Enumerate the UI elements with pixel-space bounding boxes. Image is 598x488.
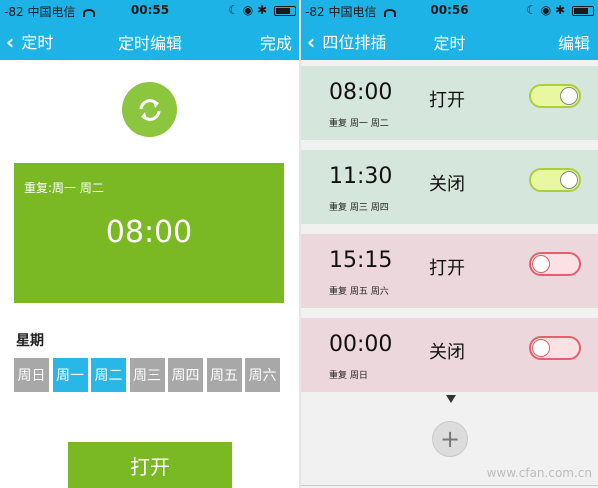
add-timer-button[interactable]: + — [432, 421, 468, 457]
day-toggle-wed[interactable]: 周三 — [129, 358, 165, 392]
refresh-button[interactable] — [122, 82, 177, 137]
toggle-knob — [532, 255, 550, 273]
done-button[interactable]: 完成 — [260, 30, 292, 54]
nav-bar: ‹ 四位排插 定时 编辑 — [301, 20, 598, 60]
timer-action: 关闭 — [429, 342, 465, 363]
timer-row[interactable]: 08:00 打开 重复 周一 周二 — [301, 66, 598, 140]
refresh-icon — [139, 98, 160, 121]
weekday-selector: 周日 周一 周二 周三 周四 周五 周六 — [14, 358, 284, 392]
timer-edit-screen: -82 中国电信 00:55 ☾ ◉ ✱ ‹ 定时 定时编辑 完成 重复:周一 … — [0, 0, 300, 488]
timer-time: 15:15 — [329, 248, 393, 273]
watermark: www.cfan.com.cn — [486, 466, 592, 480]
timer-action: 打开 — [429, 258, 465, 279]
toggle-knob — [560, 171, 578, 189]
day-toggle-tue[interactable]: 周二 — [91, 358, 126, 392]
status-icons: ☾ ◉ ✱ — [526, 3, 594, 17]
timer-row[interactable]: 00:00 关闭 重复 周日 — [301, 318, 598, 392]
timer-repeat: 重复 周三 周四 — [329, 203, 389, 213]
timer-action: 关闭 — [429, 174, 465, 195]
timer-list-screen: -82 中国电信 00:56 ☾ ◉ ✱ ‹ 四位排插 定时 编辑 08:00 … — [301, 0, 598, 488]
bluetooth-icon: ✱ — [257, 3, 268, 17]
plus-icon: + — [439, 425, 461, 453]
open-action-button[interactable]: 打开 — [68, 442, 232, 488]
day-toggle-sun[interactable]: 周日 — [14, 358, 49, 392]
toggle-knob — [560, 87, 578, 105]
timer-time: 00:00 — [329, 332, 393, 357]
timer-time: 08:00 — [329, 80, 393, 105]
lock-rotation-icon: ◉ — [242, 3, 254, 17]
timer-toggle[interactable] — [529, 168, 581, 192]
caret-down-icon — [446, 395, 456, 403]
moon-icon: ☾ — [228, 3, 239, 17]
timer-toggle[interactable] — [529, 336, 581, 360]
day-toggle-mon[interactable]: 周一 — [52, 358, 88, 392]
nav-bar: ‹ 定时 定时编辑 完成 — [0, 20, 300, 60]
time-panel[interactable]: 重复:周一 周二 08:00 — [14, 163, 284, 303]
timer-row[interactable]: 11:30 关闭 重复 周三 周四 — [301, 150, 598, 224]
timer-row[interactable]: 15:15 打开 重复 周五 周六 — [301, 234, 598, 308]
timer-toggle[interactable] — [529, 252, 581, 276]
timer-time[interactable]: 08:00 — [14, 215, 284, 250]
battery-icon — [274, 5, 296, 16]
timer-repeat: 重复 周五 周六 — [329, 287, 389, 297]
status-bar: -82 中国电信 00:55 ☾ ◉ ✱ — [0, 0, 300, 20]
timer-action: 打开 — [429, 90, 465, 111]
timer-toggle[interactable] — [529, 84, 581, 108]
week-label: 星期 — [16, 333, 44, 349]
repeat-summary: 重复:周一 周二 — [24, 181, 104, 195]
bluetooth-icon: ✱ — [555, 3, 566, 17]
page-title: 定时 — [433, 34, 466, 53]
day-toggle-fri[interactable]: 周五 — [206, 358, 242, 392]
moon-icon: ☾ — [526, 3, 537, 17]
page-title: 定时编辑 — [117, 34, 182, 53]
toggle-knob — [532, 339, 550, 357]
timer-repeat: 重复 周日 — [329, 371, 368, 381]
status-icons: ☾ ◉ ✱ — [228, 3, 296, 17]
day-toggle-sat[interactable]: 周六 — [245, 358, 280, 392]
bottom-divider — [301, 485, 598, 486]
lock-rotation-icon: ◉ — [540, 3, 552, 17]
timer-time: 11:30 — [329, 164, 393, 189]
status-bar: -82 中国电信 00:56 ☾ ◉ ✱ — [301, 0, 598, 20]
timer-repeat: 重复 周一 周二 — [329, 119, 389, 129]
edit-button[interactable]: 编辑 — [558, 30, 590, 54]
day-toggle-thu[interactable]: 周四 — [168, 358, 203, 392]
battery-icon — [572, 5, 594, 16]
